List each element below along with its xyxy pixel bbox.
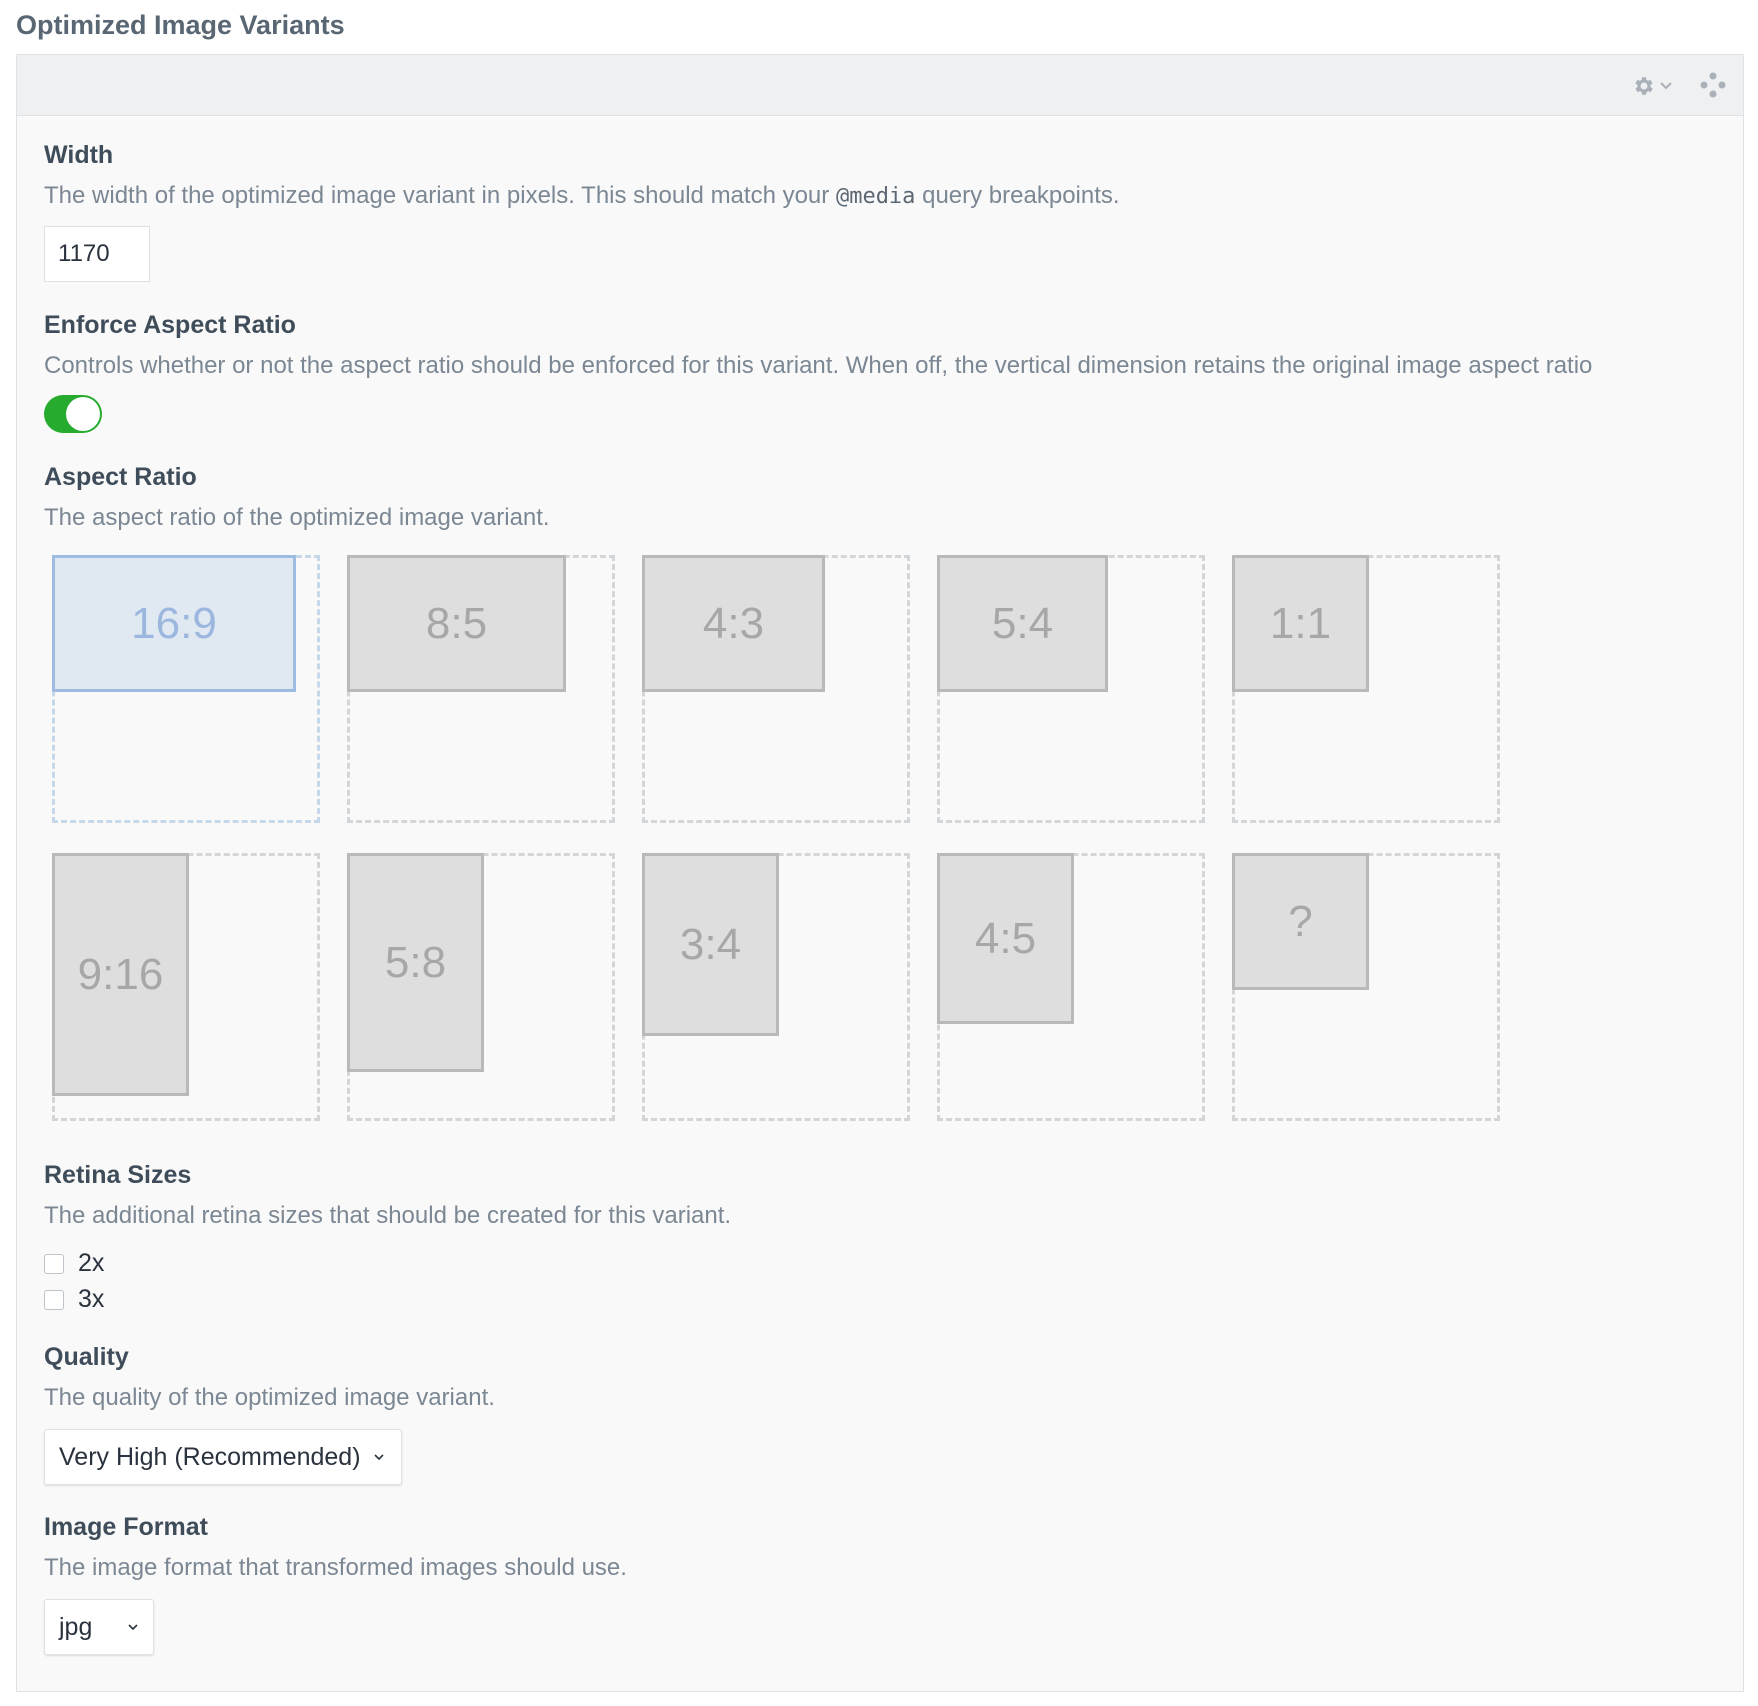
ratio-box: 4:5 xyxy=(937,853,1074,1024)
aspect-ratio-field: Aspect Ratio The aspect ratio of the opt… xyxy=(44,463,550,532)
width-field: Width The width of the optimized image v… xyxy=(44,141,1120,210)
block-header xyxy=(17,55,1743,116)
retina-label: Retina Sizes xyxy=(44,1161,192,1189)
aspect-ratio-instructions: The aspect ratio of the optimized image … xyxy=(44,504,550,531)
enforce-aspect-ratio-toggle[interactable] xyxy=(44,395,102,433)
retina-2x-option[interactable]: 2x xyxy=(44,1249,104,1278)
ratio-box: 4:3 xyxy=(642,555,825,692)
ratio-option-custom[interactable]: ? xyxy=(1232,853,1500,1121)
ratio-option-4-3[interactable]: 4:3 xyxy=(642,555,910,823)
enforce-label: Enforce Aspect Ratio xyxy=(44,311,296,339)
quality-select[interactable]: Very High (Recommended) xyxy=(44,1429,402,1485)
ratio-option-9-16[interactable]: 9:16 xyxy=(52,853,320,1121)
ratio-option-5-4[interactable]: 5:4 xyxy=(937,555,1205,823)
format-instructions: The image format that transformed images… xyxy=(44,1554,627,1581)
section-title: Optimized Image Variants xyxy=(16,10,345,40)
quality-instructions: The quality of the optimized image varia… xyxy=(44,1384,495,1411)
ratio-box: 3:4 xyxy=(642,853,779,1036)
toggle-knob xyxy=(66,397,100,431)
ratio-box: 8:5 xyxy=(347,555,566,692)
retina-3x-label: 3x xyxy=(78,1285,105,1313)
ratio-option-8-5[interactable]: 8:5 xyxy=(347,555,615,823)
enforce-field: Enforce Aspect Ratio Controls whether or… xyxy=(44,311,1592,380)
image-format-select[interactable]: jpg xyxy=(44,1599,154,1655)
ratio-box: 1:1 xyxy=(1232,555,1369,692)
retina-instructions: The additional retina sizes that should … xyxy=(44,1202,732,1229)
ratio-box: 5:8 xyxy=(347,853,484,1072)
aspect-ratio-label: Aspect Ratio xyxy=(44,463,197,491)
chevron-down-icon xyxy=(128,1624,138,1631)
ratio-option-16-9[interactable]: 16:9 xyxy=(52,555,320,823)
ratio-option-4-5[interactable]: 4:5 xyxy=(937,853,1205,1121)
width-instructions-text-end: query breakpoints. xyxy=(915,182,1120,209)
retina-3x-option[interactable]: 3x xyxy=(44,1285,104,1314)
chevron-down-icon xyxy=(373,1454,384,1461)
width-label: Width xyxy=(44,141,114,169)
quality-field: Quality The quality of the optimized ima… xyxy=(44,1343,495,1412)
width-instructions: The width of the optimized image variant… xyxy=(44,182,1120,210)
quality-label: Quality xyxy=(44,1343,129,1371)
retina-field: Retina Sizes The additional retina sizes… xyxy=(44,1161,731,1230)
ratio-box: 16:9 xyxy=(52,555,296,692)
ratio-box: 5:4 xyxy=(937,555,1108,692)
ratio-box: 9:16 xyxy=(52,853,189,1096)
quality-select-value: Very High (Recommended) xyxy=(59,1442,361,1471)
retina-3x-checkbox[interactable] xyxy=(44,1289,64,1310)
settings-button[interactable] xyxy=(1631,73,1679,99)
ratio-option-1-1[interactable]: 1:1 xyxy=(1232,555,1500,823)
format-field: Image Format The image format that trans… xyxy=(44,1513,627,1582)
variant-block: Width The width of the optimized image v… xyxy=(16,54,1744,1692)
ratio-box: ? xyxy=(1232,853,1369,990)
retina-2x-checkbox[interactable] xyxy=(44,1253,64,1274)
format-label: Image Format xyxy=(44,1513,208,1541)
ratio-option-3-4[interactable]: 3:4 xyxy=(642,853,910,1121)
move-button[interactable] xyxy=(1699,71,1727,99)
media-code: @media xyxy=(835,184,916,209)
format-select-value: jpg xyxy=(59,1612,93,1641)
move-icon xyxy=(1700,72,1726,98)
retina-2x-label: 2x xyxy=(78,1249,105,1277)
width-input[interactable] xyxy=(44,226,150,282)
ratio-option-5-8[interactable]: 5:8 xyxy=(347,853,615,1121)
gear-icon xyxy=(1635,77,1653,95)
chevron-down-icon xyxy=(1660,82,1672,90)
enforce-instructions: Controls whether or not the aspect ratio… xyxy=(44,352,1593,379)
width-instructions-text: The width of the optimized image variant… xyxy=(44,182,836,209)
